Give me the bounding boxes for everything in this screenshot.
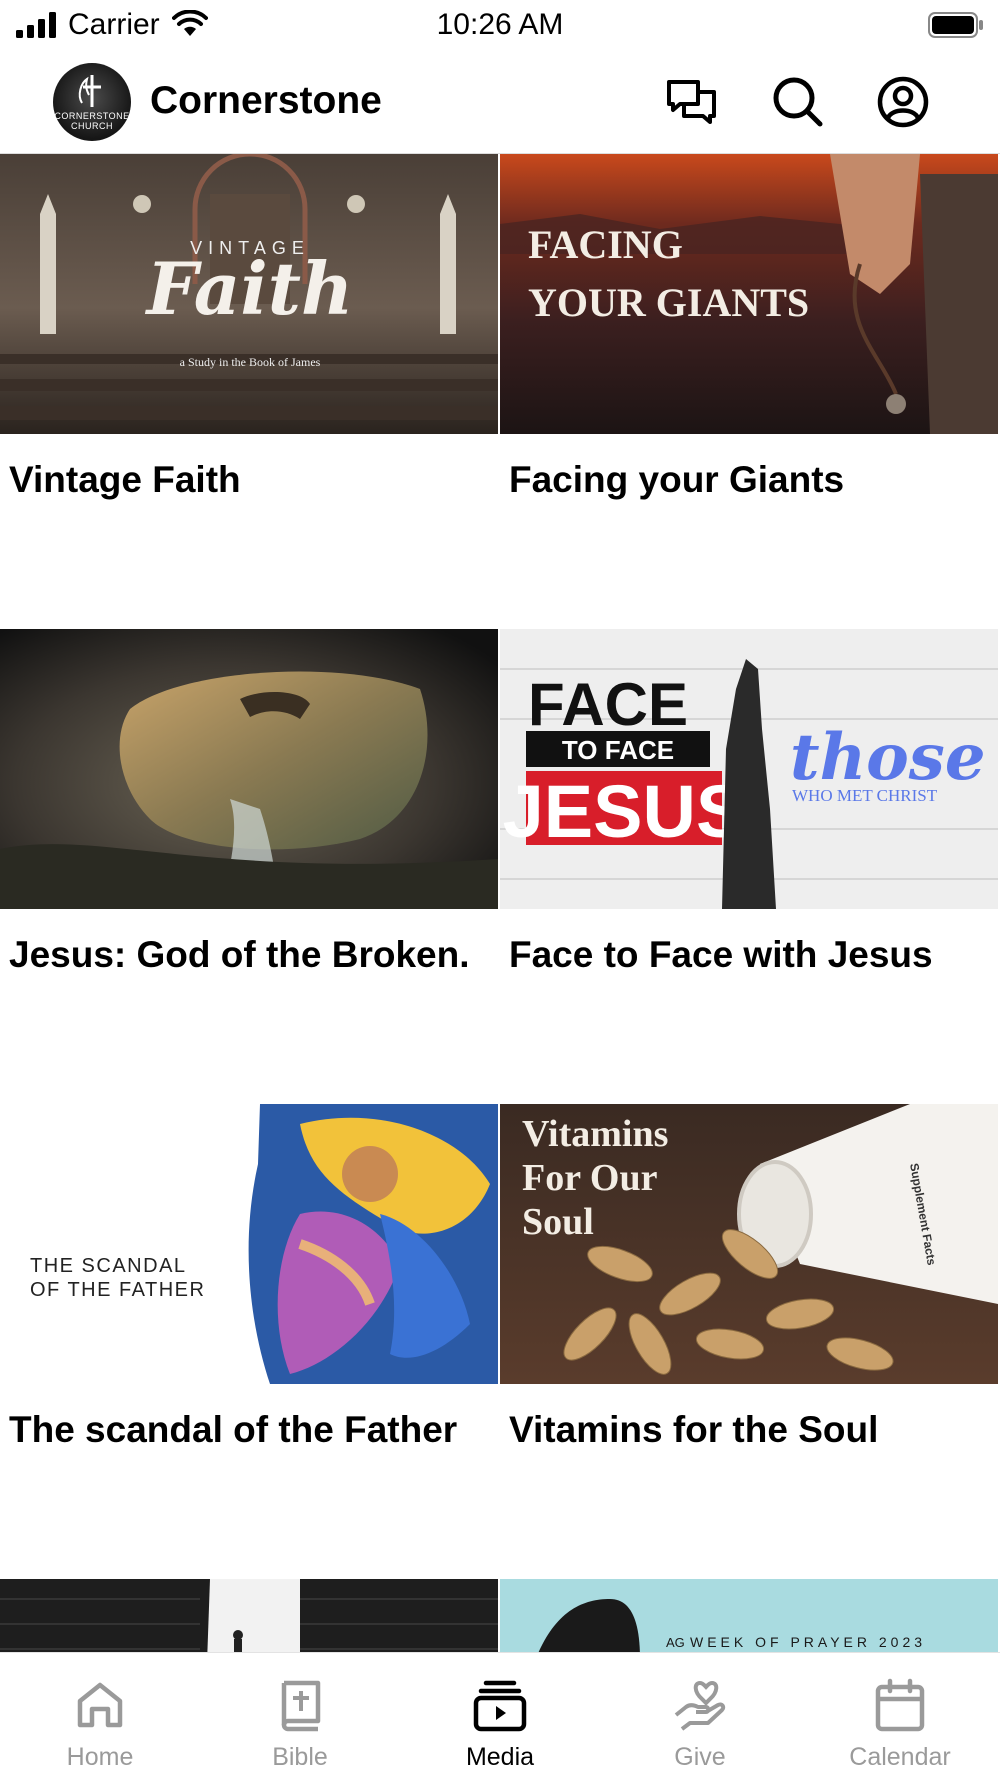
thumbnail[interactable]: Supplement Facts Vitamins For Our Soul [500,1104,998,1384]
media-title[interactable]: Vitamins for the Soul [509,1408,878,1452]
thumb-line2: YOUR GIANTS [528,280,809,325]
thumb-banner: WEEK OF PRAYER 2023 [690,1634,926,1650]
media-title[interactable]: The scandal of the Father [9,1408,457,1452]
thumb-line1: FACING [528,222,683,267]
chat-icon[interactable] [664,74,720,130]
thumb-those: those [790,720,986,795]
thumb-main: Faith [145,246,354,331]
tab-label: Calendar [849,1743,951,1771]
calendar-icon [875,1678,925,1732]
home-icon [77,1682,123,1728]
search-icon[interactable] [770,74,826,130]
status-bar: Carrier 10:26 AM [0,0,1000,52]
media-title[interactable]: Vintage Faith [9,458,241,502]
tab-home[interactable]: Home [0,1653,200,1778]
battery-icon [928,12,983,38]
thumb-mark: AG [666,1635,685,1650]
thumb-line1: THE SCANDAL [30,1255,187,1277]
church-logo[interactable]: CORNERSTONE CHURCH [53,63,131,141]
tab-bible[interactable]: Bible [200,1653,400,1778]
profile-icon[interactable] [875,74,931,130]
tab-label: Home [66,1743,134,1771]
thumb-line2: OF THE FATHER [30,1279,205,1301]
media-icon [473,1680,527,1732]
thumb-to-face: TO FACE [562,735,674,765]
app-screen: Carrier 10:26 AM CORNERSTONE CHURCH Corn… [0,0,1000,1778]
thumbnail[interactable]: THE SCANDAL OF THE FATHER [0,1104,498,1384]
thumb-face: FACE [528,671,688,738]
thumbnail[interactable]: VINTAGE Faith a Study in the Book of Jam… [0,154,498,434]
thumb-jesus: JESUS [503,770,746,853]
thumb-line1: Vitamins [522,1113,668,1155]
media-title[interactable]: Face to Face with Jesus [509,933,933,977]
tab-label: Bible [272,1743,328,1771]
media-title[interactable]: Facing your Giants [509,458,844,502]
tab-calendar[interactable]: Calendar [800,1653,1000,1778]
tab-label: Media [465,1743,535,1771]
thumbnail[interactable]: FACING YOUR GIANTS [500,154,998,434]
thumb-sub: a Study in the Book of James [180,355,321,369]
thumbnail[interactable]: FACE TO FACE JESUS those WHO MET CHRIST [500,629,998,909]
tab-bar: Home Bible Media Give Calendar [0,1652,1000,1778]
logo-text: CORNERSTONE CHURCH [54,111,130,131]
give-icon [674,1680,726,1731]
thumb-met: WHO MET CHRIST [792,786,938,805]
clock: 10:26 AM [436,8,564,41]
thumb-line3: Soul [522,1201,594,1243]
app-header: CORNERSTONE CHURCH Cornerstone [0,52,1000,154]
bible-icon [281,1680,321,1732]
thumb-line2: For Our [522,1157,658,1199]
tab-label: Give [674,1743,726,1771]
media-title[interactable]: Jesus: God of the Broken. [9,933,470,977]
thumbnail[interactable] [0,629,498,909]
tab-media[interactable]: Media [400,1653,600,1778]
tab-give[interactable]: Give [600,1653,800,1778]
church-name: Cornerstone [150,79,382,122]
